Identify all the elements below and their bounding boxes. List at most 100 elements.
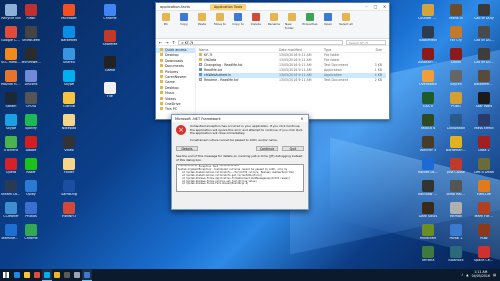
application-tools-tab[interactable]: Application Tools — [209, 3, 247, 10]
details-button[interactable]: Details — [176, 145, 198, 151]
desktop-shortcut[interactable]: Video — [59, 136, 79, 153]
forward-arrow-icon[interactable]: → — [165, 40, 168, 45]
start-button[interactable] — [0, 269, 12, 281]
ribbon-button[interactable]: Select all — [339, 13, 353, 26]
back-arrow-icon[interactable]: ← — [159, 40, 162, 45]
desktop-shortcut[interactable]: Overwatch — [418, 70, 438, 87]
desktop-shortcut[interactable]: Civilization — [446, 114, 466, 131]
minimize-icon[interactable]: – — [362, 4, 371, 9]
desktop-shortcut[interactable]: Skype — [59, 70, 79, 87]
desktop-shortcut[interactable]: Chrome — [100, 4, 120, 21]
desktop-shortcut[interactable]: Star Wars — [474, 92, 494, 109]
close-icon[interactable]: × — [380, 4, 389, 9]
desktop-shortcut[interactable]: Steam — [1, 92, 21, 109]
desktop-shortcut[interactable]: Uplay — [21, 180, 41, 197]
desktop-shortcut[interactable]: Microsoft — [59, 4, 79, 21]
volume-icon[interactable]: ♪ — [461, 273, 463, 277]
exception-details-textbox[interactable]: ************** Exception Text **********… — [176, 164, 304, 192]
desktop-shortcut[interactable]: Chrome — [21, 224, 41, 241]
dialog-close-icon[interactable]: × — [296, 116, 308, 121]
taskbar-app-button[interactable] — [52, 269, 62, 281]
desktop-shortcut[interactable]: Far Cry — [446, 26, 466, 43]
desktop-shortcut[interactable]: Fallout 4 — [418, 114, 438, 131]
desktop-shortcut[interactable]: Steam Launcher — [1, 180, 21, 197]
desktop-shortcut[interactable]: Just Cause — [446, 158, 466, 175]
continue-button[interactable]: Continue — [256, 145, 278, 151]
desktop-shortcut[interactable]: Folder — [59, 158, 79, 175]
desktop-shortcut[interactable]: Hitman — [446, 202, 466, 219]
explorer-title-bar[interactable]: application-facts Application Tools – □ … — [156, 3, 389, 11]
desktop-shortcut[interactable]: CCleaner — [1, 202, 21, 219]
taskbar-app-button[interactable] — [22, 269, 32, 281]
desktop-shortcut[interactable]: Skype — [1, 114, 21, 131]
desktop-shortcut[interactable]: Skyrim — [446, 70, 466, 87]
desktop-shortcut[interactable]: Teamviewer — [1, 224, 21, 241]
desktop-shortcut[interactable]: Mass Effect — [474, 114, 494, 131]
desktop-shortcut[interactable]: VLC media player — [1, 48, 21, 65]
desktop-shortcut[interactable]: Photos — [21, 202, 41, 219]
clock[interactable]: 1:11 AM 04/05/2016 — [472, 271, 490, 278]
ribbon-button[interactable]: Pin — [159, 13, 173, 26]
desktop-shortcut[interactable]: Samsung — [59, 180, 79, 197]
column-date[interactable]: Date modified — [279, 48, 324, 52]
desktop-shortcut[interactable]: Call of Duty 4 — [474, 48, 494, 65]
desktop-shortcut[interactable]: Call of Duty — [474, 4, 494, 21]
network-icon[interactable]: ▲ — [466, 273, 468, 277]
ribbon-button[interactable]: Properties — [302, 13, 318, 26]
desktop-shortcut[interactable]: TechPowerUp — [21, 48, 41, 65]
desktop-shortcut[interactable]: Left 4 Dead — [474, 158, 494, 175]
quit-button[interactable]: Quit — [282, 145, 304, 151]
desktop-shortcut[interactable]: Witcher 3 — [418, 136, 438, 153]
search-box[interactable]: Search KF-7t — [346, 39, 386, 45]
desktop-shortcut[interactable]: Spotify — [21, 114, 41, 131]
ribbon-button[interactable]: Copy to — [231, 13, 245, 26]
notifications-icon[interactable]: ▤ — [493, 273, 496, 277]
desktop-shortcut[interactable]: ShareMe — [100, 30, 120, 47]
desktop-shortcut[interactable]: Battlefield 1 — [474, 70, 494, 87]
taskbar-app-button[interactable] — [42, 269, 52, 281]
desktop-shortcut[interactable]: Doom — [446, 48, 466, 65]
desktop-shortcut[interactable]: Mafia III — [446, 4, 466, 21]
desktop-shortcut[interactable]: Minecraft — [418, 224, 438, 241]
desktop-shortcut[interactable]: Opera — [1, 158, 21, 175]
desktop-shortcut[interactable]: CPUID — [21, 92, 41, 109]
ribbon-button[interactable]: Rename — [267, 13, 281, 26]
desktop-shortcut[interactable]: Notepad — [59, 114, 79, 131]
dotnet-error-dialog[interactable]: Microsoft .NET Framework × × Unhandled e… — [171, 114, 309, 210]
desktop-shortcut[interactable]: File — [100, 82, 120, 99]
desktop-shortcut[interactable]: Dark Souls — [418, 202, 438, 219]
address-bar[interactable]: > KF-7t — [178, 39, 343, 45]
desktop-shortcut[interactable]: Team Fortress — [474, 202, 494, 219]
ribbon-button[interactable]: Paste — [195, 13, 209, 26]
desktop-shortcut[interactable]: Rocket League — [418, 158, 438, 175]
ribbon-button[interactable]: Move to — [213, 13, 227, 26]
desktop-shortcut[interactable]: Space Center — [474, 246, 494, 263]
desktop-shortcut[interactable]: Terraria — [418, 246, 438, 263]
desktop-shortcut[interactable]: Counter Strike — [418, 4, 438, 21]
nav-item[interactable]: This PC — [156, 107, 195, 112]
desktop-shortcut[interactable]: Half-Life — [474, 180, 494, 197]
file-row[interactable]: Readme - ReadMe.txt 13/05/2016 9:11 AM Tex… — [199, 78, 386, 83]
desktop-shortcut[interactable]: Battlefield — [418, 26, 438, 43]
desktop-shortcut[interactable]: Google Chrome — [1, 26, 21, 43]
desktop-shortcut[interactable]: ShareX — [59, 48, 79, 65]
desktop-shortcut[interactable]: Flash — [21, 4, 41, 21]
desktop-shortcut[interactable]: Rust — [474, 224, 494, 241]
desktop-shortcut[interactable]: Game — [100, 56, 120, 73]
desktop-shortcut[interactable]: ShowGeek — [21, 26, 41, 43]
taskbar-app-button[interactable] — [62, 269, 72, 281]
desktop-shortcut[interactable]: Assassin's Creed — [418, 48, 438, 65]
taskbar-app-button[interactable] — [12, 269, 22, 281]
desktop-shortcut[interactable]: Borderlands — [446, 136, 466, 153]
ribbon-button[interactable]: Copy — [177, 13, 191, 26]
desktop-shortcut[interactable]: Call of Duty 2 — [474, 26, 494, 43]
desktop-shortcut[interactable]: Dota 2 — [474, 136, 494, 153]
file-explorer-window[interactable]: application-facts Application Tools – □ … — [155, 2, 390, 120]
desktop-shortcut[interactable]: Portal 2 — [446, 224, 466, 241]
taskbar-app-button[interactable] — [32, 269, 42, 281]
dialog-title-bar[interactable]: Microsoft .NET Framework × — [172, 115, 308, 122]
up-arrow-icon[interactable]: ↑ — [172, 40, 175, 45]
ribbon-button[interactable]: New folder — [285, 13, 299, 30]
desktop-shortcut[interactable]: PUBG — [446, 92, 466, 109]
desktop-shortcut[interactable]: Recycle Bin — [1, 4, 21, 21]
